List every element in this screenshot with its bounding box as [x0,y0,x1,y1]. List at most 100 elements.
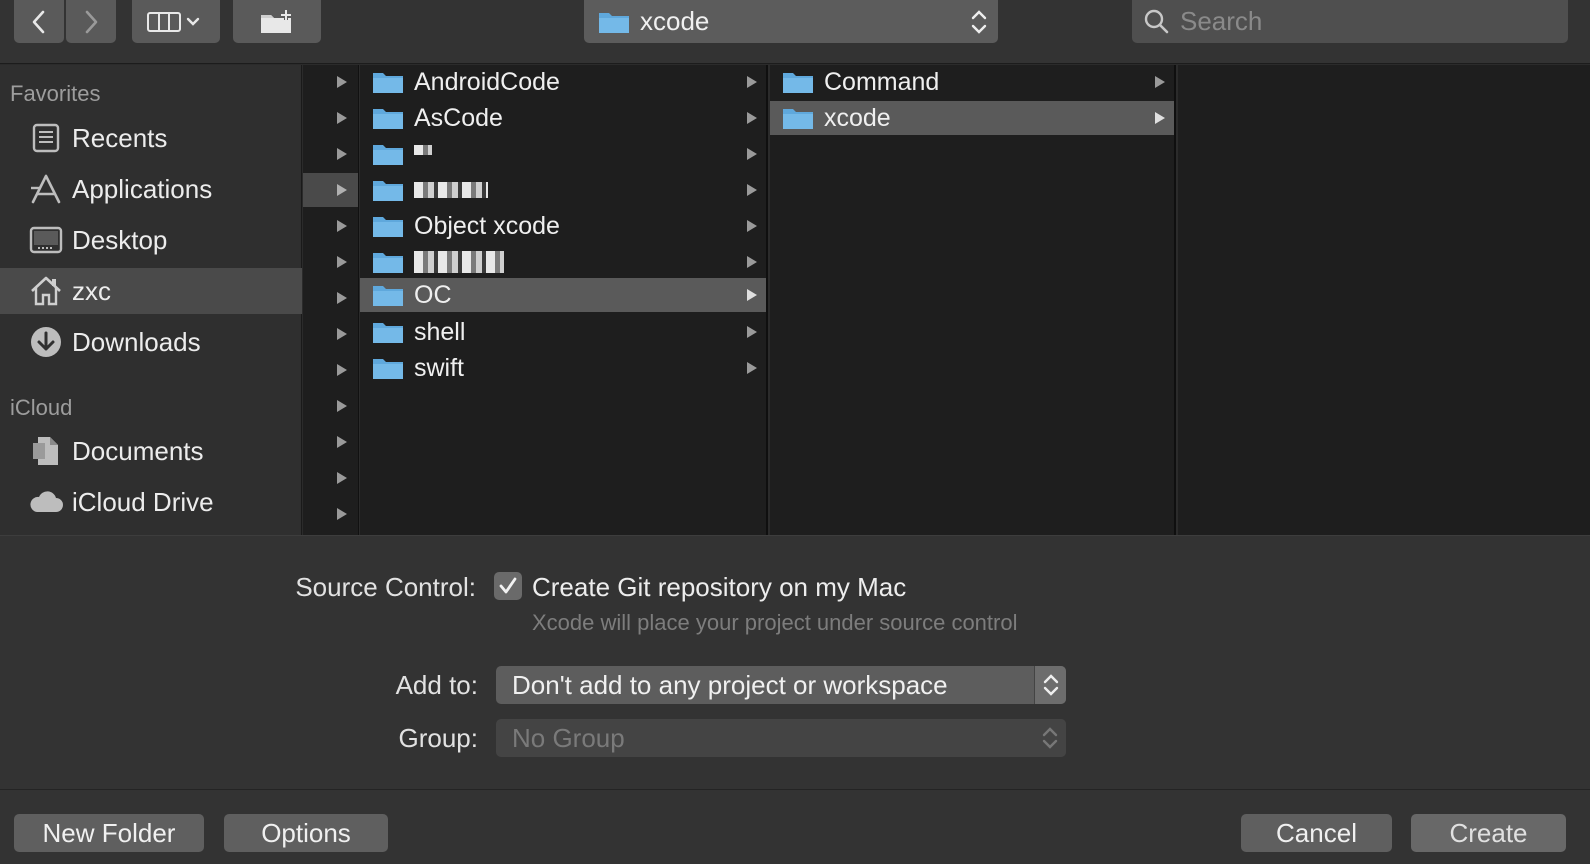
list-item[interactable] [303,425,358,459]
folder-icon [373,217,403,237]
new-folder-toolbar-button[interactable] [233,0,321,43]
updown-chevron-icon [971,10,987,34]
sidebar-header-favorites: Favorites [10,81,101,106]
source-control-label: Source Control: [295,572,476,602]
back-button[interactable] [14,0,64,43]
folder-icon [783,73,813,93]
list-item[interactable] [303,317,358,351]
disclosure-arrow-icon [747,112,757,124]
folder-name: AsCode [414,103,503,132]
sidebar-header-icloud: iCloud [10,395,73,420]
folder-icon [783,109,813,129]
list-item[interactable] [303,209,358,243]
list-item[interactable] [303,353,358,387]
path-popup[interactable]: xcode [584,0,998,43]
sidebar-item-label: Recents [72,122,168,153]
sidebar-item-label: Desktop [72,224,168,255]
disclosure-arrow-icon [337,472,347,484]
folder-row-redacted[interactable] [360,137,766,171]
updown-chevron-icon [1034,666,1066,704]
folder-row-redacted[interactable] [360,173,766,207]
options-panel: Source Control: Create Git repository on… [0,535,1590,789]
disclosure-arrow-icon [1155,112,1165,124]
disclosure-arrow-icon [337,256,347,268]
folder-row-redacted[interactable] [360,245,766,279]
folder-icon [599,12,629,33]
sidebar-item-zxc[interactable]: zxc [0,268,302,314]
redacted-name [414,182,488,198]
list-item[interactable] [303,389,358,423]
folder-name: xcode [824,103,891,132]
list-item[interactable] [303,245,358,279]
folder-row-shell[interactable]: shell [360,315,766,349]
folder-row-object-xcode[interactable]: Object xcode [360,209,766,243]
cancel-button[interactable]: Cancel [1241,814,1392,852]
list-item[interactable] [303,137,358,171]
disclosure-arrow-icon [337,400,347,412]
browser-column-2[interactable]: AndroidCode AsCode Object xcode OC shell [360,65,768,535]
disclosure-arrow-icon [747,289,757,301]
browser-column-4[interactable] [1178,65,1590,535]
folder-row-swift[interactable]: swift [360,351,766,385]
list-item[interactable] [303,65,358,99]
redacted-name [414,251,504,273]
list-item[interactable] [303,497,358,531]
desktop-icon [28,222,64,258]
recents-icon [28,120,64,156]
folder-row-command[interactable]: Command [770,65,1174,99]
sidebar: Favorites Recents Applications Desktop z… [0,65,302,535]
disclosure-arrow-icon [337,508,347,520]
folder-icon [373,359,403,379]
toolbar: xcode [0,0,1590,64]
sidebar-item-desktop[interactable]: Desktop [0,217,302,263]
git-checkbox-label[interactable]: Create Git repository on my Mac [532,572,906,603]
sidebar-item-label: iCloud Drive [72,486,214,517]
dialog-footer: New Folder Options Cancel Create [0,789,1590,864]
sidebar-item-icloud-drive[interactable]: iCloud Drive [0,479,302,525]
disclosure-arrow-icon [337,76,347,88]
git-hint: Xcode will place your project under sour… [532,610,1018,635]
folder-row-androidcode[interactable]: AndroidCode [360,65,766,99]
folder-name: Object xcode [414,211,560,240]
folder-row-oc[interactable]: OC [360,278,766,312]
applications-icon [28,171,64,207]
group-value: No Group [512,722,625,753]
list-item[interactable] [303,101,358,135]
disclosure-arrow-icon [747,362,757,374]
chevron-left-icon [32,10,45,33]
options-button[interactable]: Options [224,814,388,852]
list-item[interactable] [303,173,358,207]
browser-column-1[interactable] [303,65,359,535]
list-item[interactable] [303,281,358,315]
disclosure-arrow-icon [747,184,757,196]
disclosure-arrow-icon [337,328,347,340]
sidebar-item-downloads[interactable]: Downloads [0,319,302,365]
new-folder-button[interactable]: New Folder [14,814,204,852]
folder-row-xcode[interactable]: xcode [770,101,1174,135]
folder-icon [373,323,403,343]
sidebar-item-label: zxc [72,275,111,306]
git-checkbox[interactable] [494,572,522,600]
browser-column-3[interactable]: Command xcode [770,65,1176,535]
create-button[interactable]: Create [1411,814,1566,852]
search-input[interactable] [1180,6,1560,37]
checkmark-icon [499,577,517,594]
view-mode-button[interactable] [132,0,220,43]
disclosure-arrow-icon [337,364,347,376]
icloud-drive-icon [28,484,64,520]
folder-row-ascode[interactable]: AsCode [360,101,766,135]
disclosure-arrow-icon [747,326,757,338]
list-item[interactable] [303,461,358,495]
redacted-name [414,145,432,155]
add-to-label: Add to: [395,670,478,700]
folder-name: AndroidCode [414,67,560,96]
sidebar-item-applications[interactable]: Applications [0,166,302,212]
sidebar-item-documents[interactable]: Documents [0,428,302,474]
search-field[interactable] [1132,0,1568,43]
home-icon [28,273,64,309]
group-popup[interactable]: No Group [496,719,1066,757]
forward-button[interactable] [66,0,116,43]
sidebar-item-recents[interactable]: Recents [0,115,302,161]
add-to-popup[interactable]: Don't add to any project or workspace [496,666,1066,704]
search-icon [1144,9,1169,33]
